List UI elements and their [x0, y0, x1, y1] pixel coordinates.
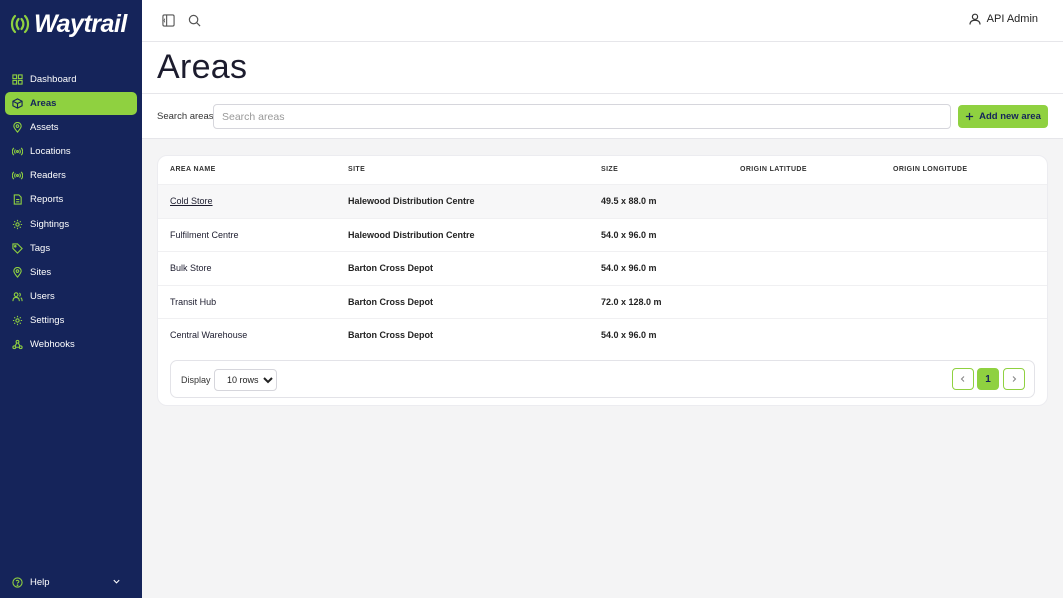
topbar: API Admin — [142, 0, 1063, 42]
sidebar-item-label: Locations — [30, 146, 71, 158]
sidebar-item-label: Settings — [30, 314, 65, 326]
area-name[interactable]: Bulk Store — [170, 263, 212, 273]
sidebar-item-label: Assets — [30, 122, 59, 134]
table-header: AREA NAME SITE SIZE ORIGIN LATITUDE ORIG… — [158, 156, 1047, 184]
area-size: 72.0 x 128.0 m — [601, 296, 662, 307]
area-size: 49.5 x 88.0 m — [601, 196, 657, 206]
logo[interactable]: Waytrail — [10, 11, 127, 37]
gear-icon — [12, 315, 23, 326]
next-page-button[interactable] — [1003, 368, 1025, 390]
areas-table: AREA NAME SITE SIZE ORIGIN LATITUDE ORIG… — [157, 155, 1048, 406]
area-site: Halewood Distribution Centre — [348, 196, 475, 206]
webhook-icon — [12, 339, 23, 350]
area-name[interactable]: Central Warehouse — [170, 330, 247, 340]
sidebar-item-label: Sites — [30, 266, 52, 278]
chevron-down-icon — [113, 579, 120, 584]
column-header-size[interactable]: SIZE — [601, 166, 618, 173]
add-area-button[interactable]: Add new area — [958, 105, 1048, 128]
search-icon[interactable] — [188, 14, 201, 27]
sidebar-item-webhooks[interactable]: Webhooks — [5, 333, 137, 356]
page-button-current[interactable]: 1 — [977, 368, 999, 390]
sidebar-item-areas[interactable]: Areas — [5, 92, 137, 116]
help-label: Help — [30, 576, 50, 588]
gear-icon — [12, 219, 23, 229]
search-input[interactable] — [213, 104, 951, 129]
sidebar-item-reports[interactable]: Reports — [5, 188, 137, 211]
user-name: API Admin — [986, 13, 1038, 25]
area-size: 54.0 x 96.0 m — [601, 330, 657, 340]
sidebar-item-label: Readers — [30, 170, 66, 182]
table-row[interactable]: Transit Hub Barton Cross Depot 72.0 x 12… — [158, 284, 1047, 319]
sidebar-item-tags[interactable]: Tags — [5, 237, 137, 260]
chevron-right-icon — [1012, 376, 1017, 382]
display-label: Display — [181, 375, 211, 385]
help-icon — [12, 576, 23, 588]
page-title: Areas — [157, 48, 248, 86]
rows-per-page-select[interactable]: 10 rows — [214, 369, 277, 391]
chevron-left-icon — [960, 376, 965, 382]
column-header-area-name[interactable]: AREA NAME — [170, 166, 216, 173]
table-row[interactable]: Bulk Store Barton Cross Depot 54.0 x 96.… — [158, 251, 1047, 285]
search-bar: Search areas Add new area — [142, 94, 1063, 139]
sidebar-item-label: Users — [30, 290, 55, 302]
column-header-origin-longitude[interactable]: ORIGIN LONGITUDE — [893, 166, 967, 173]
add-area-label: Add new area — [979, 111, 1041, 122]
sidebar-item-label: Sightings — [30, 218, 70, 230]
sidebar-item-label: Reports — [30, 194, 64, 206]
user-menu[interactable]: API Admin — [969, 13, 1038, 25]
signal-icon — [12, 147, 23, 156]
column-header-site[interactable]: SITE — [348, 166, 365, 173]
area-size: 54.0 x 96.0 m — [601, 263, 657, 273]
sidebar-item-sightings[interactable]: Sightings — [5, 213, 137, 236]
sidebar-item-users[interactable]: Users — [5, 285, 137, 308]
sidebar-item-label: Webhooks — [30, 339, 75, 351]
area-name[interactable]: Transit Hub — [170, 297, 216, 307]
signal-icon — [12, 171, 23, 180]
users-icon — [12, 292, 23, 301]
table-row[interactable]: Fulfilment Centre Halewood Distribution … — [158, 217, 1047, 252]
grid-icon — [12, 74, 23, 85]
sidebar-item-label: Areas — [30, 98, 57, 110]
column-header-origin-latitude[interactable]: ORIGIN LATITUDE — [740, 166, 807, 173]
sidebar: Waytrail Dashboard Areas Assets Location… — [0, 0, 142, 598]
plus-icon — [966, 112, 974, 121]
sidebar-nav: Dashboard Areas Assets Locations Readers… — [5, 68, 137, 357]
sidebar-item-label: Tags — [30, 242, 51, 254]
pin-icon — [13, 266, 22, 278]
area-icon — [12, 98, 23, 109]
tag-icon — [12, 243, 23, 254]
report-icon — [13, 194, 22, 206]
sidebar-item-sites[interactable]: Sites — [5, 261, 137, 284]
logo-text: Waytrail — [34, 10, 127, 38]
sidebar-item-settings[interactable]: Settings — [5, 309, 137, 332]
sidebar-toggle-icon[interactable] — [162, 14, 175, 27]
pin-icon — [13, 122, 22, 134]
table-footer: Display 10 rows 1 — [170, 360, 1035, 398]
area-name[interactable]: Fulfilment Centre — [170, 230, 239, 240]
user-icon — [969, 13, 981, 25]
sidebar-item-assets[interactable]: Assets — [5, 116, 137, 139]
search-label: Search areas — [157, 111, 214, 122]
sidebar-item-label: Dashboard — [30, 74, 77, 85]
logo-signal-icon — [10, 14, 30, 34]
help-menu[interactable]: Help — [5, 571, 137, 593]
sidebar-item-dashboard[interactable]: Dashboard — [5, 68, 137, 91]
area-site: Barton Cross Depot — [348, 296, 434, 307]
table-row[interactable]: Central Warehouse Barton Cross Depot 54.… — [158, 318, 1047, 352]
table-row[interactable]: Cold Store Halewood Distribution Centre … — [158, 184, 1047, 218]
area-size: 54.0 x 96.0 m — [601, 229, 657, 240]
area-site: Barton Cross Depot — [348, 263, 434, 273]
area-site: Halewood Distribution Centre — [348, 229, 475, 240]
page-header: Areas — [142, 42, 1063, 94]
sidebar-item-readers[interactable]: Readers — [5, 164, 137, 187]
previous-page-button[interactable] — [952, 368, 974, 390]
area-site: Barton Cross Depot — [348, 330, 434, 340]
sidebar-item-locations[interactable]: Locations — [5, 140, 137, 163]
area-name[interactable]: Cold Store — [170, 196, 213, 206]
